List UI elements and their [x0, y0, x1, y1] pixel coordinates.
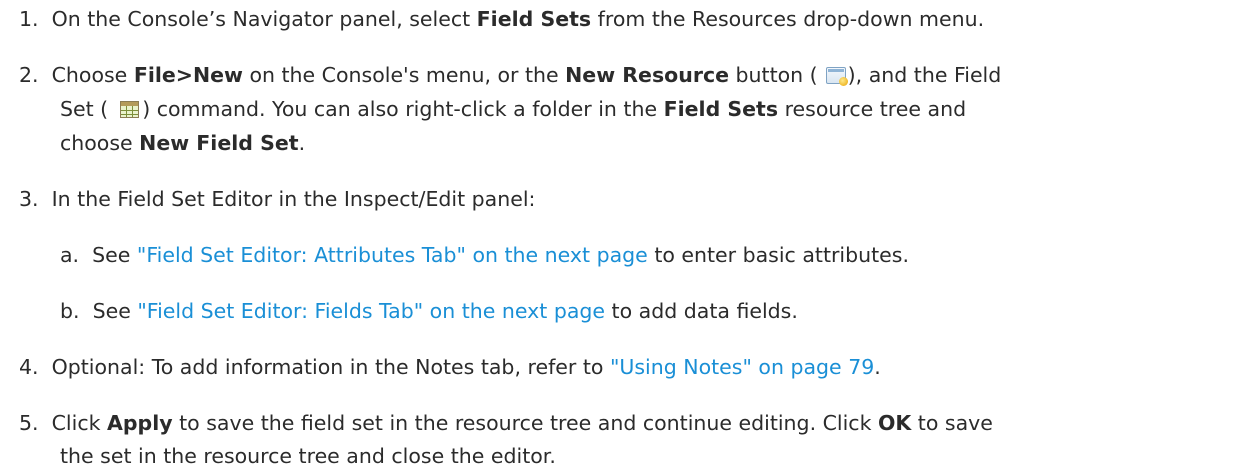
step-text: to enter basic attributes. [647, 243, 909, 267]
ui-term: Apply [106, 411, 173, 435]
ui-term: OK [877, 411, 912, 435]
substep-b: b. See "Field Set Editor: Fields Tab" on… [60, 296, 798, 326]
ui-term: Field Sets [663, 97, 779, 121]
step-text: Choose [51, 63, 134, 87]
step-text: button ( [729, 63, 818, 87]
step-text: resource tree and [778, 97, 967, 121]
step-3: 3. In the Field Set Editor in the Inspec… [19, 184, 535, 214]
step-2-line-2: Set ( ) command. You can also right-click… [60, 94, 966, 124]
substep-letter: a. [60, 243, 80, 267]
step-text: Set ( [60, 97, 109, 121]
step-text: choose [60, 131, 140, 155]
step-text: . [298, 131, 306, 155]
step-text: ), and the Field [847, 63, 1002, 87]
field-set-icon [120, 101, 140, 118]
step-text: the set in the resource tree and close t… [60, 444, 556, 468]
step-2: 2. Choose File>New on the Console's menu… [19, 60, 1001, 90]
document-page: 1. On the Console’s Navigator panel, sel… [0, 0, 1245, 475]
step-text: On the Console’s Navigator panel, select [51, 7, 477, 31]
step-text: See [92, 299, 138, 323]
ui-term: New Resource [565, 63, 730, 87]
step-5: 5. Click Apply to save the field set in … [19, 408, 993, 438]
cross-reference-link[interactable]: "Field Set Editor: Fields Tab" on the ne… [137, 299, 605, 323]
step-text: to add data fields. [605, 299, 798, 323]
ui-term: New Field Set [139, 131, 299, 155]
step-text: on the Console's menu, or the [242, 63, 566, 87]
new-resource-icon [825, 67, 848, 86]
step-number: 2. [19, 63, 39, 87]
step-4: 4. Optional: To add information in the N… [19, 352, 881, 382]
step-text: Optional: To add information in the Note… [51, 355, 610, 379]
cross-reference-link[interactable]: "Using Notes" on page 79 [610, 355, 874, 379]
substep-letter: b. [60, 299, 80, 323]
step-text: Click [51, 411, 107, 435]
step-text: ) command. You can also right-click a fo… [142, 97, 664, 121]
ui-term: Field Sets [476, 7, 592, 31]
step-5-line-2: the set in the resource tree and close t… [60, 441, 556, 471]
step-text: to save the field set in the resource tr… [172, 411, 878, 435]
cross-reference-link[interactable]: "Field Set Editor: Attributes Tab" on th… [137, 243, 648, 267]
step-number: 4. [19, 355, 39, 379]
step-2-line-3: choose New Field Set. [60, 128, 305, 158]
step-text: from the Resources drop-down menu. [591, 7, 985, 31]
ui-term: File>New [133, 63, 243, 87]
step-1: 1. On the Console’s Navigator panel, sel… [19, 4, 984, 34]
step-number: 1. [19, 7, 39, 31]
step-text: to save [911, 411, 993, 435]
step-text: . [874, 355, 881, 379]
step-number: 5. [19, 411, 39, 435]
step-text: In the Field Set Editor in the Inspect/E… [51, 187, 536, 211]
substep-a: a. See "Field Set Editor: Attributes Tab… [60, 240, 909, 270]
step-text: See [92, 243, 137, 267]
step-number: 3. [19, 187, 39, 211]
